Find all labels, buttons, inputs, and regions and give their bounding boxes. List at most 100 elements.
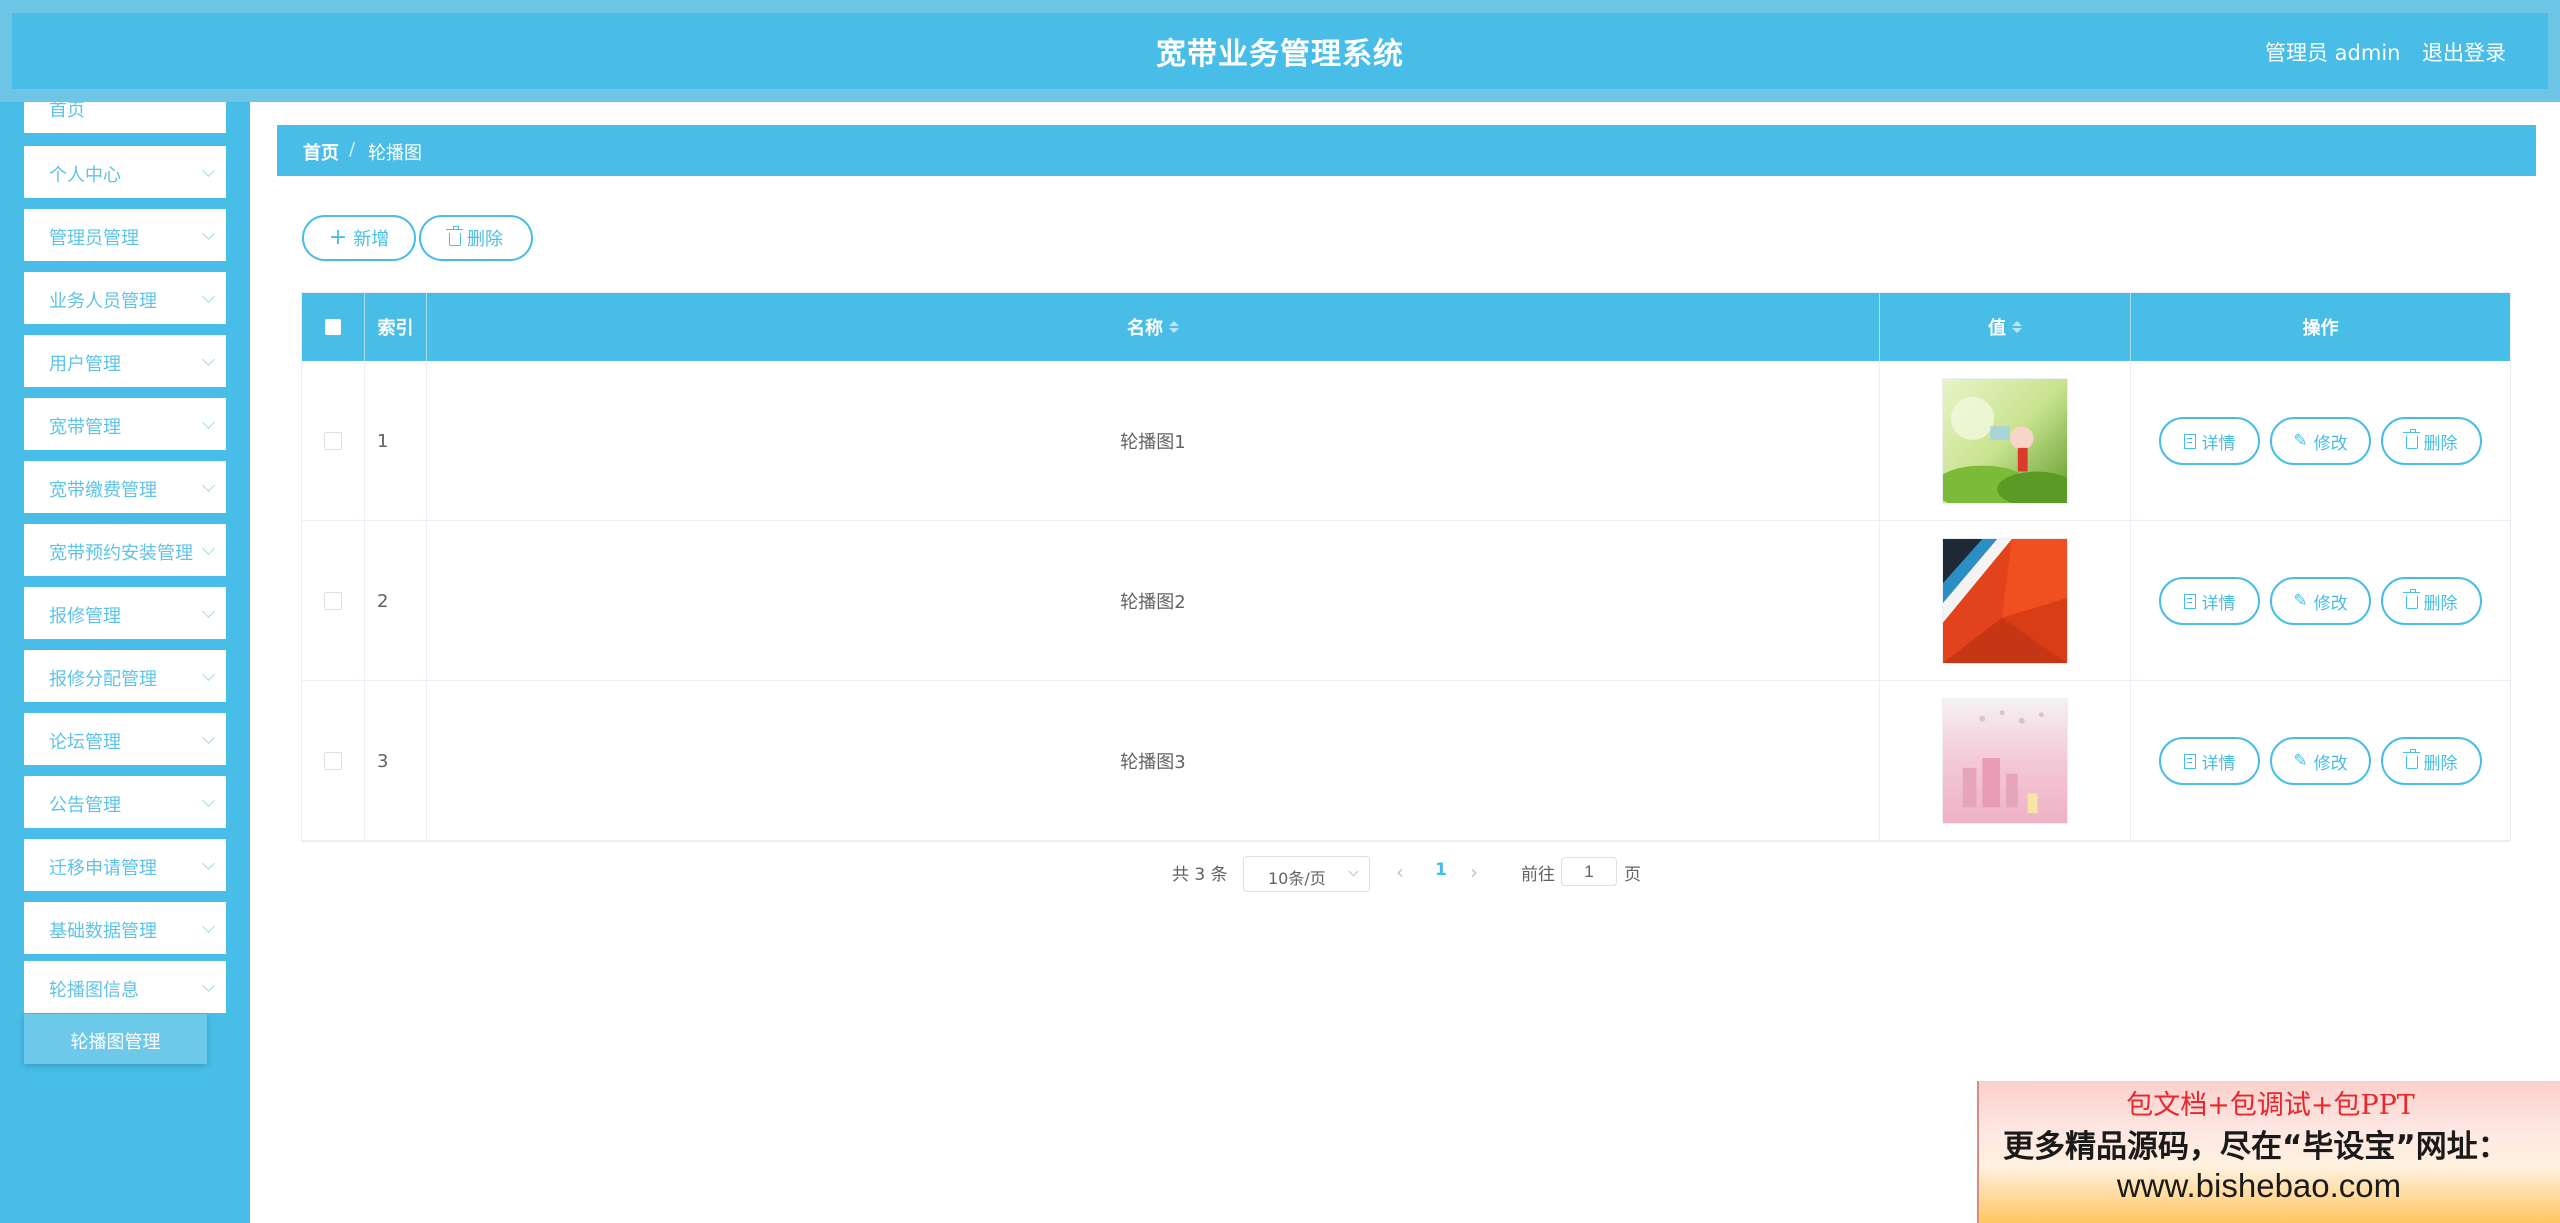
sidebar-item-label: 轮播图信息 [49,980,139,1001]
delete-button-label: 删除 [2423,593,2458,614]
chevron-down-icon [202,227,215,240]
sidebar-item-users[interactable]: 用户管理 [24,335,226,387]
next-page-button[interactable]: › [1470,862,1478,882]
breadcrumb-separator: / [349,139,356,160]
sidebar-subitem-carousel-manage[interactable]: 轮播图管理 [24,1014,207,1064]
add-button-label: 新增 [353,229,390,250]
page-number[interactable]: 1 [1435,860,1447,880]
column-header-ops: 操作 [2131,293,2510,361]
row-name: 轮播图2 [427,521,1880,681]
logout-link[interactable]: 退出登录 [2422,37,2506,67]
row-ops: 详情 ✎ 修改 删除 [2131,681,2510,841]
add-button[interactable]: + 新增 [302,215,416,261]
select-all-checkbox[interactable] [325,319,341,335]
document-icon [2183,753,2196,769]
row-name: 轮播图3 [427,681,1880,841]
sidebar-item-payment[interactable]: 宽带缴费管理 [24,461,226,513]
prev-page-button[interactable]: ‹ [1396,862,1404,882]
chevron-down-icon [202,416,215,429]
table-row: 2 轮播图2 详情 ✎ 修改 删除 [302,521,2510,681]
edit-icon: ✎ [2293,430,2308,451]
row-index: 2 [365,521,427,681]
edit-icon: ✎ [2293,750,2308,771]
sidebar-item-carousel-info[interactable]: 轮播图信息 [24,961,226,1013]
row-checkbox[interactable] [324,752,342,770]
sort-icon[interactable] [1169,321,1179,333]
chevron-down-icon [202,290,215,303]
row-checkbox[interactable] [324,432,342,450]
edit-button[interactable]: ✎ 修改 [2270,577,2371,625]
edit-icon: ✎ [2293,590,2308,611]
sidebar-item-install-booking[interactable]: 宽带预约安装管理 [24,524,226,576]
batch-delete-button[interactable]: 删除 [419,215,533,261]
sidebar-item-label: 宽带管理 [49,417,121,438]
carousel-image-thumbnail[interactable] [1942,538,2068,664]
edit-button-label: 修改 [2313,753,2348,774]
document-icon [2183,593,2196,609]
trash-icon [2402,749,2420,769]
column-header-value[interactable]: 值 [1880,293,2131,361]
sidebar-item-staff[interactable]: 业务人员管理 [24,272,226,324]
document-icon [2183,433,2196,449]
detail-button-label: 详情 [2201,753,2236,774]
sidebar-item-broadband[interactable]: 宽带管理 [24,398,226,450]
row-select-cell [302,681,365,841]
row-index: 3 [365,681,427,841]
row-image-cell [1880,681,2131,841]
column-header-index: 索引 [365,293,427,361]
sidebar-item-profile[interactable]: 个人中心 [24,146,226,198]
sidebar-item-admins[interactable]: 管理员管理 [24,209,226,261]
sidebar-item-label: 业务人员管理 [49,291,157,312]
edit-button[interactable]: ✎ 修改 [2270,737,2371,785]
row-image-cell [1880,521,2131,681]
chevron-down-icon [202,979,215,992]
row-select-cell [302,361,365,521]
sort-icon[interactable] [2012,321,2022,333]
plus-icon: + [328,225,348,250]
carousel-image-thumbnail[interactable] [1942,378,2068,504]
carousel-image-thumbnail[interactable] [1942,698,2068,824]
sidebar-item-base-data[interactable]: 基础数据管理 [24,902,226,954]
sidebar-item-migration[interactable]: 迁移申请管理 [24,839,226,891]
sidebar-item-label: 报修分配管理 [49,669,157,690]
sidebar-item-notice[interactable]: 公告管理 [24,776,226,828]
trash-icon [446,226,463,246]
detail-button[interactable]: 详情 [2159,417,2260,465]
sidebar-item-label: 迁移申请管理 [49,858,157,879]
sidebar-item-label: 公告管理 [49,795,121,816]
row-checkbox[interactable] [324,592,342,610]
goto-page-input[interactable] [1561,857,1617,886]
chevron-down-icon [202,353,215,366]
page-size-select[interactable]: 10条/页 [1243,856,1370,892]
detail-button-label: 详情 [2201,593,2236,614]
edit-button-label: 修改 [2313,433,2348,454]
chevron-down-icon [202,479,215,492]
sidebar-item-label: 个人中心 [49,165,121,186]
pagination-total: 共 3 条 [1172,865,1228,885]
sidebar-item-label: 论坛管理 [49,732,121,753]
detail-button[interactable]: 详情 [2159,737,2260,785]
sidebar-item-label: 宽带缴费管理 [49,480,157,501]
breadcrumb-home[interactable]: 首页 [303,139,339,165]
sidebar-item-home[interactable]: 首页 [24,102,226,133]
column-header-name[interactable]: 名称 [427,293,1880,361]
delete-button[interactable]: 删除 [2381,577,2482,625]
chevron-down-icon [202,542,215,555]
row-name: 轮播图1 [427,361,1880,521]
sidebar-item-repair[interactable]: 报修管理 [24,587,226,639]
detail-button-label: 详情 [2201,433,2236,454]
batch-delete-label: 删除 [467,229,503,250]
detail-button[interactable]: 详情 [2159,577,2260,625]
delete-button[interactable]: 删除 [2381,737,2482,785]
sidebar-item-label: 首页 [49,102,85,121]
chevron-down-icon [202,857,215,870]
watermark-url: www.bishebao.com [2116,1167,2402,1204]
edit-button[interactable]: ✎ 修改 [2270,417,2371,465]
delete-button[interactable]: 删除 [2381,417,2482,465]
chevron-down-icon [202,164,215,177]
sidebar-item-forum[interactable]: 论坛管理 [24,713,226,765]
goto-label: 前往 [1521,865,1555,885]
sidebar-subitem-label: 轮播图管理 [70,1032,161,1053]
table-row: 3 轮播图3 详情 ✎ 修改 删除 [302,681,2510,841]
sidebar-item-repair-assign[interactable]: 报修分配管理 [24,650,226,702]
